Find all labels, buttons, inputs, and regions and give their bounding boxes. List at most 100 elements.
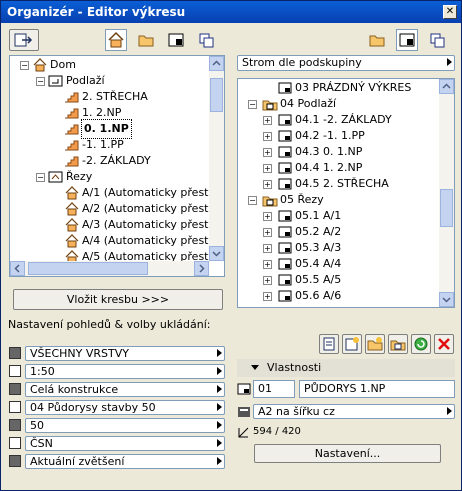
sheet-format-select[interactable]: A2 na šířku cz	[253, 404, 455, 419]
chevron-right-icon	[217, 367, 222, 375]
sheet-icon	[278, 210, 292, 222]
house-icon	[65, 186, 79, 200]
floor-icon	[65, 140, 79, 151]
tab-project-map[interactable]	[105, 29, 127, 51]
place-drawing-button[interactable]: Vložit kresbu >>>	[13, 289, 223, 310]
view-setting-select[interactable]: Celá konstrukce	[25, 382, 225, 397]
chevron-right-icon	[217, 385, 222, 393]
dimension-icon	[9, 437, 21, 449]
view-setting-value: Aktuální zvětšení	[30, 455, 125, 468]
tab-layout-book[interactable]	[165, 29, 187, 51]
scroll-thumb[interactable]	[210, 78, 223, 112]
properties-header[interactable]: Vlastnosti	[237, 359, 455, 377]
scroll-down-icon[interactable]	[439, 292, 454, 307]
scroll-down-icon[interactable]	[209, 246, 224, 261]
scroll-left-icon[interactable]	[10, 261, 25, 276]
chevron-right-icon	[217, 403, 222, 411]
copy-icon	[430, 33, 445, 48]
view-setting-select[interactable]: 50	[25, 418, 225, 433]
publish-toggle-button[interactable]	[9, 29, 39, 51]
sheet-id-field[interactable]: 01	[253, 380, 295, 398]
close-button[interactable]: ✕	[443, 5, 457, 19]
folder-icon	[369, 35, 385, 47]
chevron-right-icon	[447, 407, 452, 415]
floor-icon	[65, 108, 79, 119]
sheet-size: 594 / 420	[253, 426, 301, 437]
hscroll-thumb[interactable]	[28, 262, 148, 275]
tree-item[interactable]: 05.6 A/6	[295, 287, 341, 305]
chevron-right-icon	[217, 439, 222, 447]
subset-tree-select[interactable]: Strom dle podskupiny	[237, 55, 455, 71]
layout-settings-button[interactable]	[388, 334, 408, 354]
tree-toggle-plus[interactable]: +	[263, 276, 272, 285]
chevron-right-icon	[217, 349, 222, 357]
tree-toggle-minus[interactable]: −	[36, 173, 45, 182]
tree-toggle-plus[interactable]: +	[263, 212, 272, 221]
settings-button-label: Nastavení...	[314, 447, 381, 460]
tree-toggle-minus[interactable]: −	[248, 100, 257, 109]
tree-toggle-minus[interactable]: −	[36, 77, 45, 86]
tab-view-map[interactable]	[135, 29, 157, 51]
tree-toggle-plus[interactable]: +	[263, 164, 272, 173]
view-setting-value: VŠECHNY VRSTVY	[30, 347, 129, 360]
floors-icon	[48, 75, 63, 87]
sheet-icon	[278, 274, 292, 286]
sheet-format-icon	[238, 407, 250, 417]
new-layout-button[interactable]	[319, 334, 339, 354]
tree-toggle-plus[interactable]: +	[263, 132, 272, 141]
right-vertical-scrollbar[interactable]	[439, 79, 454, 307]
scroll-up-icon[interactable]	[439, 79, 454, 94]
sheet-icon	[278, 178, 292, 190]
sheet-icon	[278, 146, 292, 158]
tree-toggle-plus[interactable]: +	[263, 180, 272, 189]
tree-toggle-plus[interactable]: +	[263, 292, 272, 301]
organizer-window: Organizér - Editor výkresu ✕ − Dom − Podlaž…	[0, 0, 462, 491]
title-bar: Organizér - Editor výkresu ✕	[1, 1, 461, 23]
section-icon	[48, 171, 63, 183]
sheet-name-field[interactable]: PŮDORYS 1.NP	[299, 380, 455, 398]
zoom-icon	[9, 455, 21, 467]
refresh-button[interactable]	[411, 334, 431, 354]
view-setting-select[interactable]: 04 Půdorysy stavby 50	[25, 400, 225, 415]
tab-publisher[interactable]	[195, 29, 217, 51]
new-subset-button[interactable]	[365, 334, 385, 354]
tree-toggle-plus[interactable]: +	[263, 244, 272, 253]
new-master-button[interactable]	[342, 334, 362, 354]
scroll-right-icon[interactable]	[194, 261, 209, 276]
tree-toggle-minus[interactable]: −	[248, 196, 257, 205]
tab-right-view-map[interactable]	[366, 29, 388, 51]
house-icon	[33, 58, 47, 72]
view-setting-value: ČSN	[30, 437, 53, 450]
view-setting-select[interactable]: Aktuální zvětšení	[25, 454, 225, 469]
left-horizontal-scrollbar[interactable]	[10, 261, 209, 276]
tree-item[interactable]: -2. ZÁKLADY	[82, 152, 151, 170]
view-setting-select[interactable]: 1:50	[25, 364, 225, 379]
left-vertical-scrollbar[interactable]	[209, 56, 224, 261]
view-setting-value: 1:50	[30, 365, 55, 378]
tree-toggle-plus[interactable]: +	[263, 116, 272, 125]
tab-right-publisher[interactable]	[426, 29, 448, 51]
tree-toggle-minus[interactable]: −	[20, 61, 29, 70]
tree-toggle-plus[interactable]: +	[263, 148, 272, 157]
view-setting-value: 50	[30, 419, 44, 432]
tab-right-layout-book[interactable]	[396, 29, 418, 51]
sheet-icon	[278, 242, 292, 254]
sheet-folder-icon	[390, 340, 406, 351]
model-icon	[9, 419, 21, 431]
sheet-icon	[278, 114, 292, 126]
master-icon	[345, 337, 359, 351]
scroll-up-icon[interactable]	[209, 56, 224, 71]
settings-button[interactable]: Nastavení...	[254, 444, 441, 463]
sheet-icon	[278, 290, 292, 302]
delete-button[interactable]	[434, 334, 454, 354]
view-setting-select[interactable]: ČSN	[25, 436, 225, 451]
scale-icon	[9, 365, 21, 377]
view-setting-select[interactable]: VŠECHNY VRSTVY	[25, 346, 225, 361]
subset-tree-value: Strom dle podskupiny	[242, 56, 362, 69]
house-icon	[65, 202, 79, 216]
scroll-thumb[interactable]	[440, 189, 453, 227]
tree-toggle-plus[interactable]: +	[263, 228, 272, 237]
sheet-icon	[278, 82, 292, 94]
refresh-icon	[414, 337, 428, 351]
tree-toggle-plus[interactable]: +	[263, 260, 272, 269]
